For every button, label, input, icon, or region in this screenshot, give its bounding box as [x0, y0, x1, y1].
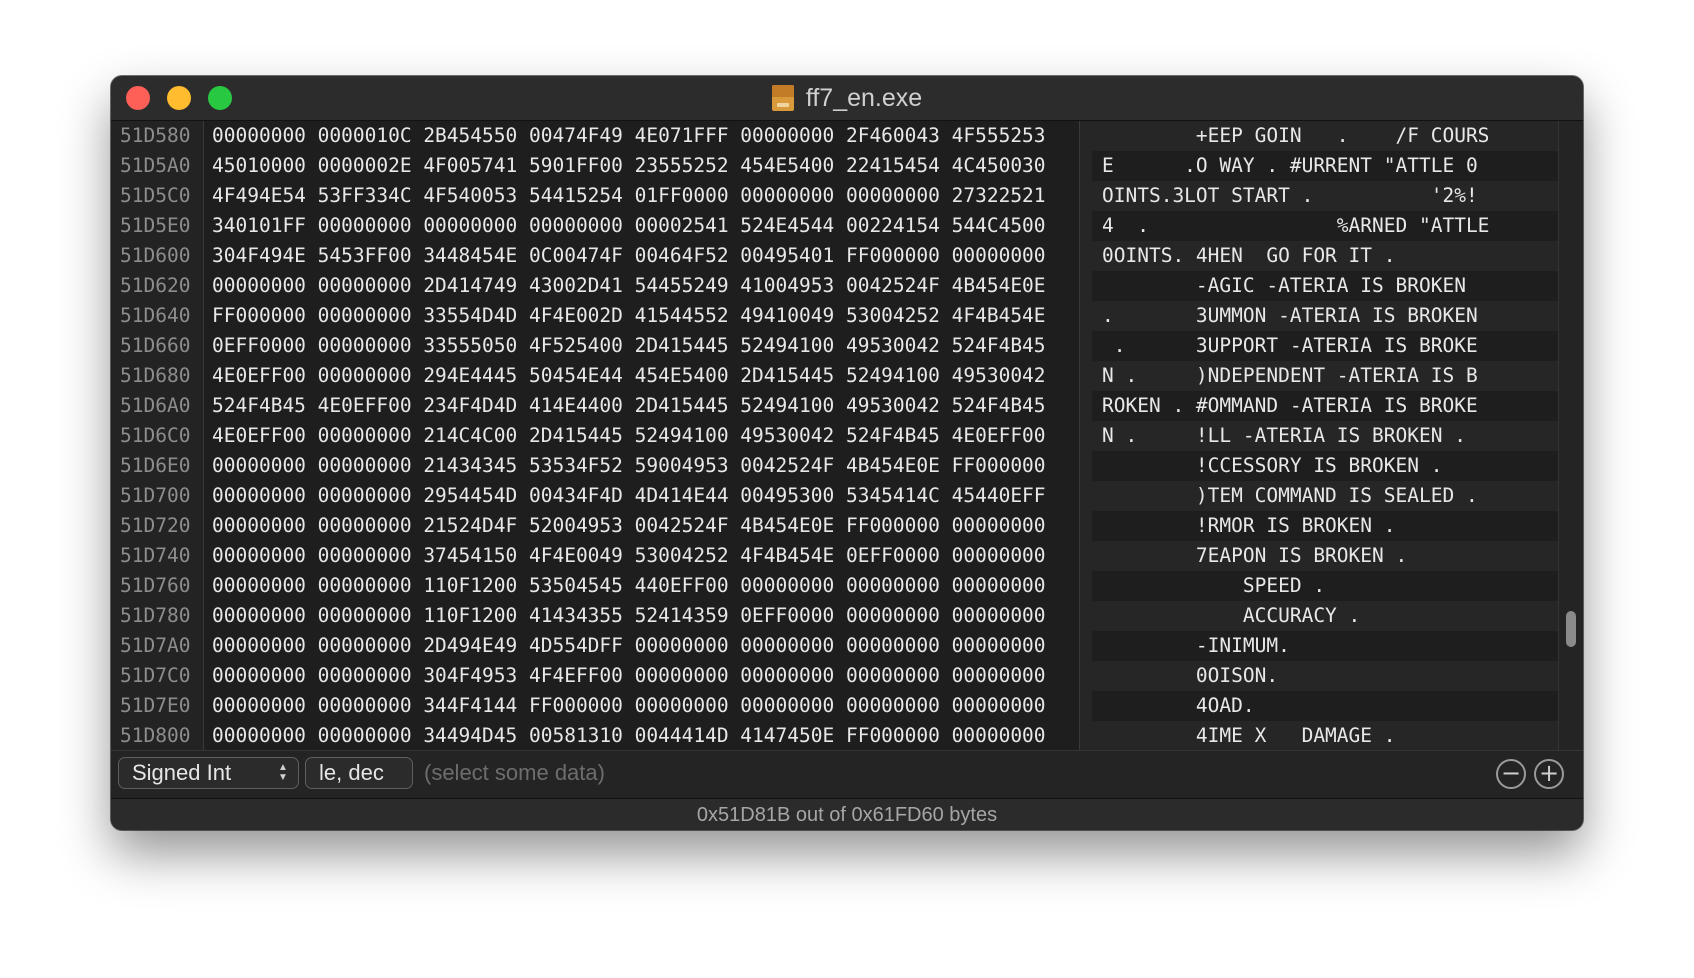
hex-row[interactable]: 45010000 0000002E 4F005741 5901FF00 2355…: [204, 151, 1080, 181]
ascii-row[interactable]: SPEED .: [1092, 571, 1558, 601]
offset-row: 51D680: [120, 364, 191, 387]
ascii-row[interactable]: E .O WAY . #URRENT "ATTLE 0: [1092, 151, 1558, 181]
ascii-row[interactable]: 0OISON.: [1092, 661, 1558, 691]
hex-content-area: 51D580 51D5A0 51D5C0 51D5E0 51D600 51D620 51D6…: [111, 121, 1583, 751]
title-group: ff7_en.exe: [111, 76, 1583, 120]
ascii-row[interactable]: ROKEN . #OMMAND -ATERIA IS BROKE: [1092, 391, 1558, 421]
hex-row[interactable]: 00000000 00000000 2D494E49 4D554DFF 0000…: [204, 631, 1080, 661]
ascii-row[interactable]: OINTS.3LOT START . '2%!: [1092, 181, 1558, 211]
up-down-chevron-icon: ▲ ▼: [278, 762, 288, 783]
window-title: ff7_en.exe: [805, 83, 923, 112]
offset-row: 51D6E0: [120, 454, 191, 477]
add-inspector-button[interactable]: +: [1534, 759, 1564, 789]
ascii-text-pane[interactable]: +EEP GOIN . /F COURS E .O WAY . #URRENT "…: [1092, 121, 1558, 751]
offset-row: 51D660: [120, 334, 191, 357]
offset-row: 51D800: [120, 724, 191, 747]
ascii-row[interactable]: +EEP GOIN . /F COURS: [1092, 121, 1558, 151]
title-bar[interactable]: ff7_en.exe: [111, 76, 1583, 121]
hex-row[interactable]: 00000000 0000010C 2B454550 00474F49 4E07…: [204, 121, 1080, 151]
offset-row: 51D7E0: [120, 694, 191, 717]
ascii-row[interactable]: 4IME X DAMAGE .: [1092, 721, 1558, 751]
offset-row: 51D640: [120, 304, 191, 327]
hex-row[interactable]: 00000000 00000000 34494D45 00581310 0044…: [204, 721, 1080, 751]
offset-row: 51D5A0: [120, 154, 191, 177]
ascii-row[interactable]: 7EAPON IS BROKEN .: [1092, 541, 1558, 571]
offset-row: 51D720: [120, 514, 191, 537]
hex-row[interactable]: 00000000 00000000 110F1200 53504545 440E…: [204, 571, 1080, 601]
offset-row: 51D5C0: [120, 184, 191, 207]
offset-row: 51D780: [120, 604, 191, 627]
offset-row: 51D6A0: [120, 394, 191, 417]
hex-row[interactable]: 00000000 00000000 37454150 4F4E0049 5300…: [204, 541, 1080, 571]
selection-status-text: 0x51D81B out of 0x61FD60 bytes: [696, 804, 998, 826]
ascii-row[interactable]: ACCURACY .: [1092, 601, 1558, 631]
data-inspector-bar: Signed Int ▲ ▼ le, dec (select some data)…: [111, 750, 1583, 799]
hex-row[interactable]: 00000000 00000000 304F4953 4F4EFF00 0000…: [204, 661, 1080, 691]
offset-column: 51D580 51D5A0 51D5C0 51D5E0 51D600 51D620 51D6…: [111, 121, 204, 750]
endianness-popup[interactable]: le, dec: [305, 757, 413, 789]
ascii-row[interactable]: N . !LL -ATERIA IS BROKEN .: [1092, 421, 1558, 451]
hex-row[interactable]: 304F494E 5453FF00 3448454E 0C00474F 0046…: [204, 241, 1080, 271]
number-type-popup[interactable]: Signed Int ▲ ▼: [118, 757, 299, 789]
exe-document-icon: [771, 85, 794, 111]
offset-row: 51D740: [120, 544, 191, 567]
number-type-value: Signed Int: [132, 760, 232, 785]
ascii-row[interactable]: . 3UMMON -ATERIA IS BROKEN: [1092, 301, 1558, 331]
remove-inspector-button[interactable]: −: [1496, 759, 1526, 789]
hex-row[interactable]: 524F4B45 4E0EFF00 234F4D4D 414E4400 2D41…: [204, 391, 1080, 421]
inspector-value-field: (select some data): [424, 760, 605, 785]
offset-row: 51D7A0: [120, 634, 191, 657]
hex-byte-pane[interactable]: 00000000 0000010C 2B454550 00474F49 4E07…: [204, 121, 1080, 750]
ascii-row[interactable]: -AGIC -ATERIA IS BROKEN: [1092, 271, 1558, 301]
hex-row[interactable]: FF000000 00000000 33554D4D 4F4E002D 4154…: [204, 301, 1080, 331]
offset-row: 51D7C0: [120, 664, 191, 687]
ascii-row[interactable]: )TEM COMMAND IS SEALED .: [1092, 481, 1558, 511]
hex-row[interactable]: 4E0EFF00 00000000 214C4C00 2D415445 5249…: [204, 421, 1080, 451]
ascii-row[interactable]: !RMOR IS BROKEN .: [1092, 511, 1558, 541]
hex-row[interactable]: 00000000 00000000 344F4144 FF000000 0000…: [204, 691, 1080, 721]
ascii-row[interactable]: N . )NDEPENDENT -ATERIA IS B: [1092, 361, 1558, 391]
endianness-value: le, dec: [319, 760, 384, 785]
status-bar: 0x51D81B out of 0x61FD60 bytes: [111, 798, 1583, 830]
hex-row[interactable]: 340101FF 00000000 00000000 00000000 0000…: [204, 211, 1080, 241]
ascii-row[interactable]: 4OAD.: [1092, 691, 1558, 721]
hex-row[interactable]: 4F494E54 53FF334C 4F540053 54415254 01FF…: [204, 181, 1080, 211]
hex-row[interactable]: 00000000 00000000 2D414749 43002D41 5445…: [204, 271, 1080, 301]
scroll-thumb[interactable]: [1566, 611, 1576, 647]
pane-divider: [1079, 121, 1093, 750]
ascii-row[interactable]: . 3UPPORT -ATERIA IS BROKE: [1092, 331, 1558, 361]
offset-row: 51D760: [120, 574, 191, 597]
hex-editor-window: ff7_en.exe 51D580 51D5A0 51D5C0 51D5E0 51D60…: [111, 76, 1583, 830]
ascii-row[interactable]: -INIMUM.: [1092, 631, 1558, 661]
offset-row: 51D6C0: [120, 424, 191, 447]
hex-row[interactable]: 00000000 00000000 2954454D 00434F4D 4D41…: [204, 481, 1080, 511]
hex-row[interactable]: 4E0EFF00 00000000 294E4445 50454E44 454E…: [204, 361, 1080, 391]
hex-row[interactable]: 00000000 00000000 110F1200 41434355 5241…: [204, 601, 1080, 631]
offset-row: 51D5E0: [120, 214, 191, 237]
offset-row: 51D600: [120, 244, 191, 267]
ascii-row[interactable]: 0OINTS. 4HEN GO FOR IT .: [1092, 241, 1558, 271]
offset-row: 51D700: [120, 484, 191, 507]
hex-row[interactable]: 00000000 00000000 21434345 53534F52 5900…: [204, 451, 1080, 481]
hex-row[interactable]: 00000000 00000000 21524D4F 52004953 0042…: [204, 511, 1080, 541]
ascii-row[interactable]: 4 . %ARNED "ATTLE: [1092, 211, 1558, 241]
hex-row[interactable]: 0EFF0000 00000000 33555050 4F525400 2D41…: [204, 331, 1080, 361]
offset-row: 51D620: [120, 274, 191, 297]
offset-row: 51D580: [120, 124, 191, 147]
ascii-row[interactable]: !CCESSORY IS BROKEN .: [1092, 451, 1558, 481]
vertical-scrollbar[interactable]: [1558, 121, 1583, 750]
